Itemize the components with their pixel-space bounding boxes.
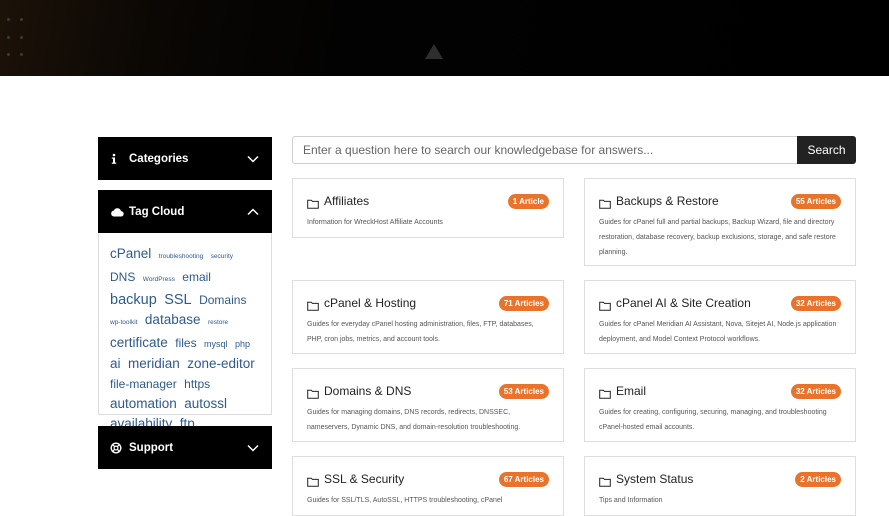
decor-dot [7,18,10,21]
tag-link[interactable]: autossl [184,396,227,411]
tag-link[interactable]: file-manager [110,377,177,391]
tag-link[interactable]: cPanel [110,246,151,261]
folder-icon [307,474,319,487]
category-card[interactable]: System Status 2 Articles Tips and Informat… [584,456,856,516]
tag-cloud: cPanel troubleshooting security DNS Word… [98,233,272,431]
search-bar: Search [292,136,856,164]
category-card[interactable]: Domains & DNS 53 Articles Guides for manag… [292,368,564,442]
chevron-down-icon[interactable] [246,441,260,455]
category-card[interactable]: Affiliates 1 Article Information for Wreck… [292,178,564,238]
category-description: Guides for cPanel full and partial backu… [599,219,836,256]
category-title[interactable]: System Status [616,472,693,486]
category-card[interactable]: cPanel AI & Site Creation 32 Articles Guid… [584,280,856,354]
article-count-badge: 55 Articles [790,193,841,209]
tag-link[interactable]: email [182,270,211,284]
category-title[interactable]: cPanel AI & Site Creation [616,296,751,310]
tag-link[interactable]: files [175,336,196,350]
folder-icon [599,196,611,209]
tag-link[interactable]: database [145,312,201,327]
decor-dot [7,53,10,56]
category-card[interactable]: Email 32 Articles Guides for creating, con… [584,368,856,442]
search-button[interactable]: Search [797,136,856,164]
tag-link[interactable]: meridian [128,356,180,371]
category-description: Guides for creating, configuring, securi… [599,409,827,431]
category-title[interactable]: Email [616,384,646,398]
category-title[interactable]: Affiliates [324,194,369,208]
lifebuoy-icon [110,441,126,454]
tag-cloud-panel-header[interactable]: Tag Cloud [98,190,272,233]
tag-link[interactable]: Domains [199,293,246,307]
search-input[interactable] [292,136,797,164]
category-card[interactable]: Backups & Restore 55 Articles Guides for c… [584,178,856,266]
category-description: Tips and Information [599,497,663,504]
tag-cloud-label: Tag Cloud [129,205,185,218]
category-title[interactable]: SSL & Security [324,472,404,486]
category-description: Guides for managing domains, DNS records… [307,409,521,431]
decor-dot [20,36,23,39]
article-count-badge: 53 Articles [498,383,549,399]
article-count-badge: 67 Articles [498,471,549,487]
cloud-icon [110,207,126,217]
info-icon [110,153,126,165]
decor-dot [7,36,10,39]
article-count-badge: 71 Articles [498,295,549,311]
decor-dot [20,53,23,56]
category-title[interactable]: cPanel & Hosting [324,296,416,310]
article-count-badge: 32 Articles [790,295,841,311]
support-panel-header[interactable]: Support [98,426,272,469]
chevron-down-icon[interactable] [246,152,260,166]
article-count-badge: 32 Articles [790,383,841,399]
categories-label: Categories [129,152,189,165]
category-description: Guides for everyday cPanel hosting admin… [307,321,534,343]
folder-icon [307,196,319,209]
category-title[interactable]: Backups & Restore [616,194,719,208]
folder-icon [307,386,319,399]
tag-link[interactable]: zone-editor [187,356,255,371]
hero-banner [0,0,889,76]
tag-link[interactable]: ai [110,356,121,371]
categories-panel-header[interactable]: Categories [98,137,272,180]
tag-link[interactable]: security [211,253,233,260]
tag-link[interactable]: certificate [110,335,168,350]
article-count-badge: 2 Articles [795,471,841,487]
support-label: Support [129,441,174,454]
folder-icon [599,386,611,399]
triangle-icon [425,44,443,59]
tag-link[interactable]: restore [208,319,228,326]
tag-link[interactable]: wp-toolkit [110,319,137,326]
tag-link[interactable]: automation [110,396,177,411]
category-card[interactable]: cPanel & Hosting 71 Articles Guides for ev… [292,280,564,354]
chevron-up-icon[interactable] [246,205,260,219]
article-count-badge: 1 Article [507,193,549,209]
tag-link[interactable]: https [184,377,210,391]
tag-link[interactable]: WordPress [143,276,175,283]
tag-link[interactable]: mysql [204,339,228,349]
category-description: Guides for cPanel Meridian AI Assistant,… [599,321,837,343]
folder-icon [599,474,611,487]
category-description: Guides for SSL/TLS, AutoSSL, HTTPS troub… [307,497,503,504]
category-card[interactable]: SSL & Security 67 Articles Guides for SSL/… [292,456,564,516]
tag-link[interactable]: SSL [164,292,191,308]
decor-dot [20,18,23,21]
category-description: Information for WreckHost Affiliate Acco… [307,219,443,226]
tag-link[interactable]: php [235,339,250,349]
tag-link[interactable]: DNS [110,270,135,284]
folder-icon [599,298,611,311]
category-title[interactable]: Domains & DNS [324,384,411,398]
tag-link[interactable]: troubleshooting [159,253,203,260]
tag-link[interactable]: backup [110,292,157,308]
folder-icon [307,298,319,311]
